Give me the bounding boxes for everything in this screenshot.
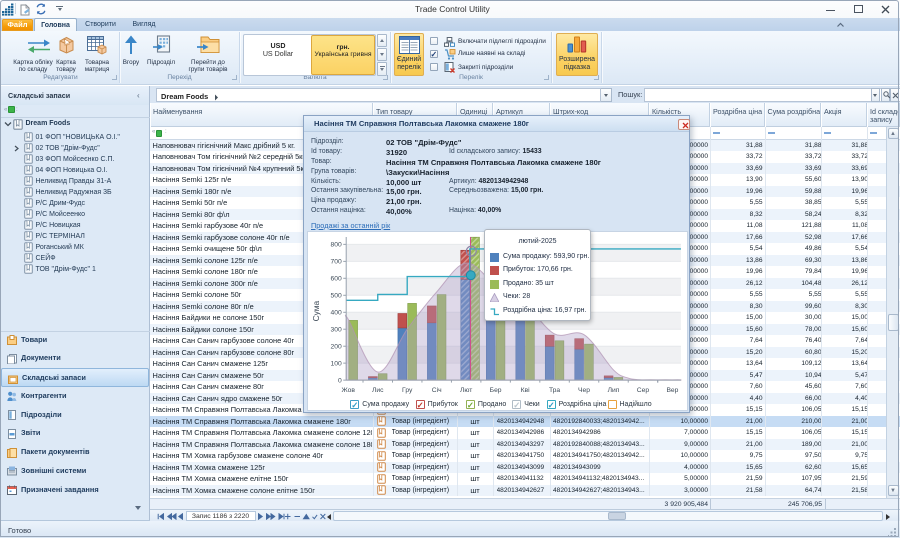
svg-text:200: 200 [331,344,342,351]
svg-text:400: 400 [331,310,342,317]
svg-text:800: 800 [331,242,342,249]
svg-text:Кві: Кві [521,386,530,394]
svg-text:Вер: Вер [666,387,678,394]
svg-text:0: 0 [338,378,342,385]
svg-text:Лют: Лют [460,387,472,394]
svg-text:100: 100 [331,361,342,368]
svg-text:Гру: Гру [402,387,413,394]
svg-text:Лис: Лис [372,387,384,394]
svg-text:Сума: Сума [311,300,321,321]
svg-text:700: 700 [331,259,342,266]
svg-text:300: 300 [331,327,342,334]
svg-text:Лип: Лип [608,387,620,394]
svg-text:Тра: Тра [549,387,560,394]
svg-text:Чер: Чер [578,387,590,394]
svg-text:500: 500 [331,293,342,300]
svg-text:Жов: Жов [342,387,356,394]
svg-text:Сер: Сер [637,387,650,394]
svg-text:600: 600 [331,276,342,283]
svg-text:Бер: Бер [490,387,502,394]
svg-text:Січ: Січ [432,386,442,394]
